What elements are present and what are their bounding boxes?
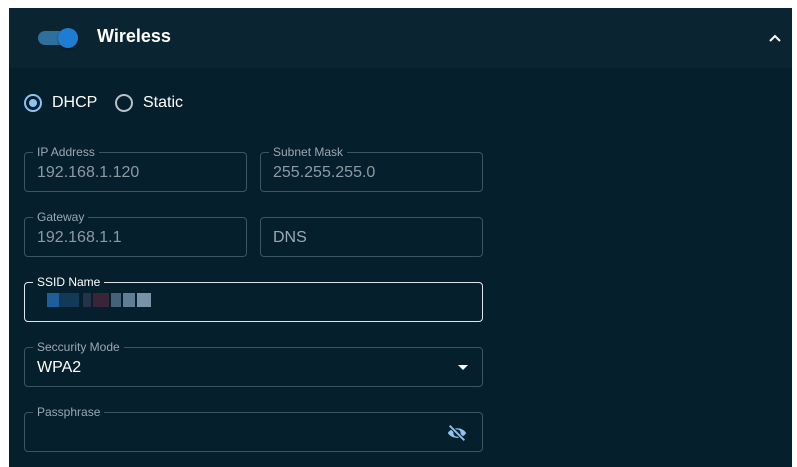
dns-placeholder: DNS bbox=[273, 229, 307, 246]
subnet-mask-field[interactable]: Subnet Mask 255.255.255.0 bbox=[260, 145, 483, 192]
dropdown-caret-icon[interactable] bbox=[458, 365, 468, 370]
ssid-redaction-block bbox=[123, 293, 135, 307]
ssid-redaction-block bbox=[59, 293, 79, 307]
subnet-mask-label: Subnet Mask bbox=[269, 145, 348, 159]
ip-address-value: 192.168.1.120 bbox=[37, 164, 140, 181]
wireless-panel: Wireless DHCP Static IP Address 192.168.… bbox=[9, 8, 792, 467]
ssid-redaction-block bbox=[83, 293, 91, 307]
ssid-redaction-block bbox=[111, 293, 121, 307]
radio-static-circle bbox=[115, 94, 133, 112]
security-mode-value: WPA2 bbox=[37, 359, 82, 376]
gateway-field[interactable]: Gateway 192.168.1.1 bbox=[24, 210, 247, 257]
radio-static-label: Static bbox=[143, 94, 184, 111]
ssid-label: SSID Name bbox=[33, 275, 105, 289]
ssid-redaction-block bbox=[93, 293, 109, 307]
ssid-field[interactable]: SSID Name bbox=[24, 275, 483, 322]
ip-address-label: IP Address bbox=[33, 145, 99, 159]
radio-dhcp-label: DHCP bbox=[52, 94, 98, 111]
eye-off-icon[interactable] bbox=[446, 423, 468, 443]
security-mode-label: Seccurity Mode bbox=[33, 340, 124, 354]
passphrase-field[interactable]: Passphrase bbox=[24, 405, 483, 452]
chevron-up-icon[interactable] bbox=[765, 28, 785, 48]
wireless-toggle[interactable] bbox=[38, 28, 78, 48]
ssid-redaction-block bbox=[137, 293, 151, 307]
ssid-redaction-block bbox=[47, 293, 59, 307]
passphrase-label: Passphrase bbox=[33, 405, 105, 419]
ip-address-field[interactable]: IP Address 192.168.1.120 bbox=[24, 145, 247, 192]
section-title: Wireless bbox=[97, 26, 171, 46]
security-mode-select[interactable]: Seccurity Mode WPA2 bbox=[24, 340, 483, 387]
wireless-header[interactable]: Wireless bbox=[9, 8, 792, 68]
radio-static[interactable]: Static bbox=[115, 94, 183, 112]
toggle-thumb bbox=[58, 28, 78, 48]
subnet-mask-value: 255.255.255.0 bbox=[273, 164, 376, 181]
gateway-label: Gateway bbox=[33, 210, 89, 224]
radio-dhcp-circle bbox=[24, 94, 42, 112]
dns-field[interactable]: DNS bbox=[260, 217, 483, 257]
gateway-value: 192.168.1.1 bbox=[37, 229, 122, 246]
radio-dhcp[interactable]: DHCP bbox=[24, 94, 97, 112]
